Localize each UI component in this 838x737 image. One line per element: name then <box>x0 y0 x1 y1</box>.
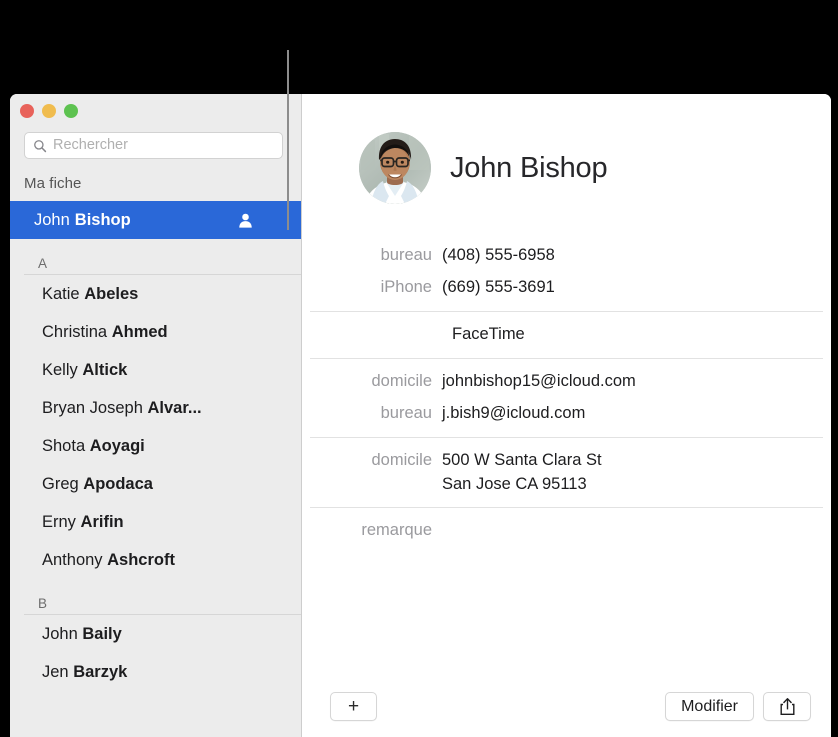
field-label: iPhone <box>380 277 432 296</box>
field-value: j.bish9@icloud.com <box>442 403 586 422</box>
contact-last-name: Apodaca <box>83 474 153 493</box>
contact-first-name: Bryan Joseph <box>42 398 143 417</box>
contact-first-name: Kelly <box>42 360 78 379</box>
field-value: (408) 555-6958 <box>442 246 555 264</box>
field-row-email-work[interactable]: bureau j.bish9@icloud.com <box>302 398 831 430</box>
field-label: domicile <box>371 450 432 469</box>
list-item[interactable]: Jen Barzyk <box>10 653 301 691</box>
callout-line <box>287 50 289 230</box>
field-label: domicile <box>371 371 432 390</box>
share-button[interactable] <box>763 692 811 721</box>
contact-first-name: Anthony <box>42 550 103 569</box>
contact-first-name: John <box>42 624 78 643</box>
list-item[interactable]: Katie Abeles <box>10 275 301 313</box>
list-item[interactable]: Christina Ahmed <box>10 313 301 351</box>
avatar[interactable] <box>359 132 431 204</box>
field-row-note[interactable]: remarque <box>302 515 831 547</box>
contact-first-name: Christina <box>42 322 108 341</box>
contact-header: John Bishop <box>302 132 831 204</box>
my-card-header: Ma fiche <box>24 175 82 192</box>
contact-last-name: Bishop <box>74 210 131 229</box>
contact-last-name: Ashcroft <box>107 550 175 569</box>
list-item[interactable]: Anthony Ashcroft <box>10 541 301 579</box>
zoom-button[interactable] <box>64 104 78 118</box>
divider <box>310 357 823 359</box>
field-row-facetime[interactable]: FaceTime <box>302 319 831 351</box>
contact-last-name: Altick <box>82 360 128 379</box>
list-item[interactable]: Erny Arifin <box>10 503 301 541</box>
contact-last-name: Barzyk <box>73 662 128 681</box>
minimize-button[interactable] <box>42 104 56 118</box>
list-item[interactable]: John Baily <box>10 615 301 653</box>
contact-last-name: Aoyagi <box>89 436 145 455</box>
contact-last-name: Ahmed <box>111 322 168 341</box>
contact-first-name: Erny <box>42 512 76 531</box>
contact-last-name: Abeles <box>84 284 139 303</box>
list-item[interactable]: Kelly Altick <box>10 351 301 389</box>
contact-last-name: Alvar... <box>147 398 202 417</box>
sidebar-item-john-bishop[interactable]: John Bishop <box>10 201 301 239</box>
close-button[interactable] <box>20 104 34 118</box>
section-header-a: A <box>24 256 301 275</box>
field-row-email-home[interactable]: domicile johnbishop15@icloud.com <box>302 366 831 398</box>
screenshot-root: Rechercher Ma fiche John Bishop A Katie … <box>0 0 838 737</box>
contact-first-name: John <box>34 210 70 229</box>
section-header-b: B <box>24 596 301 615</box>
share-icon <box>780 698 794 715</box>
field-value: 500 W Santa Clara St San Jose CA 95113 <box>442 450 602 493</box>
divider <box>310 436 823 438</box>
person-card-icon <box>239 213 252 228</box>
window-controls <box>20 104 78 118</box>
contact-first-name: Shota <box>42 436 86 455</box>
add-contact-button[interactable]: + <box>330 692 377 721</box>
contacts-window: Rechercher Ma fiche John Bishop A Katie … <box>10 94 831 737</box>
contact-fields: bureau (408) 555-6958 iPhone (669) 555-3… <box>302 240 831 547</box>
contact-first-name: Katie <box>42 284 80 303</box>
list-item[interactable]: Greg Apodaca <box>10 465 301 503</box>
field-row-phone-iphone[interactable]: iPhone (669) 555-3691 <box>302 272 831 304</box>
field-label: bureau <box>380 246 432 264</box>
detail-toolbar: + Modifier <box>302 675 831 737</box>
titlebar <box>10 94 301 150</box>
page-title: John Bishop <box>450 151 608 184</box>
contact-first-name: Jen <box>42 662 69 681</box>
contact-last-name: Arifin <box>80 512 124 531</box>
field-value: (669) 555-3691 <box>442 277 555 296</box>
field-value: FaceTime <box>452 324 525 343</box>
field-value: johnbishop15@icloud.com <box>442 371 636 390</box>
contact-detail-pane: John Bishop bureau (408) 555-6958 iPhone… <box>302 94 831 737</box>
sidebar: Rechercher Ma fiche John Bishop A Katie … <box>10 94 302 737</box>
list-item[interactable]: Bryan Joseph Alvar... <box>10 389 301 427</box>
divider <box>310 507 823 509</box>
edit-button[interactable]: Modifier <box>665 692 754 721</box>
field-row-phone-work[interactable]: bureau (408) 555-6958 <box>302 240 831 272</box>
detail-content: John Bishop bureau (408) 555-6958 iPhone… <box>302 94 831 675</box>
field-label: bureau <box>380 403 432 422</box>
contact-photo <box>359 132 431 204</box>
contact-last-name: Baily <box>82 624 122 643</box>
contact-name: John Bishop <box>34 211 131 230</box>
field-row-address-home[interactable]: domicile 500 W Santa Clara St San Jose C… <box>302 445 831 501</box>
contacts-list[interactable]: Ma fiche John Bishop A Katie Abeles Chri… <box>10 159 301 737</box>
list-item[interactable]: Shota Aoyagi <box>10 427 301 465</box>
field-label: remarque <box>361 521 432 540</box>
divider <box>310 310 823 312</box>
contact-first-name: Greg <box>42 474 79 493</box>
